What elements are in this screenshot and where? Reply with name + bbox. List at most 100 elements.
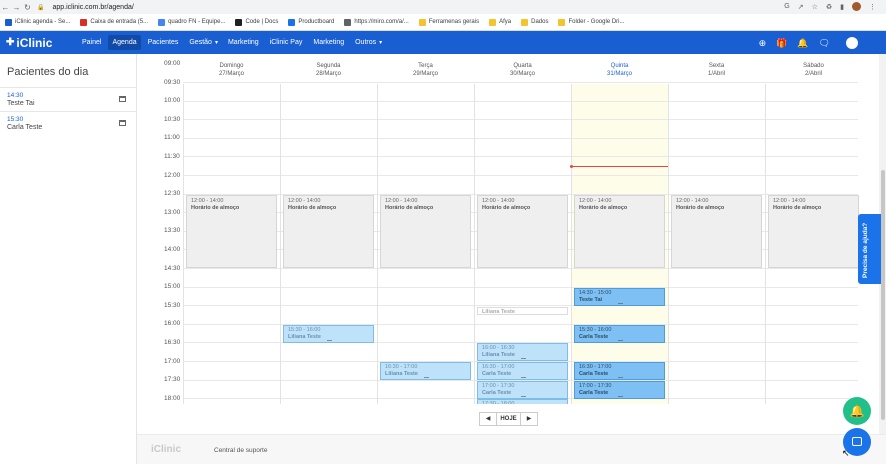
bookmark-item[interactable]: Ferramenas gerais [418, 18, 479, 26]
time-label: 12:00 [164, 171, 181, 179]
bookmark-item[interactable]: Folder - Google Dri... [558, 18, 625, 26]
day-header[interactable]: Sexta 1/Abril [668, 62, 765, 78]
day-name: Quarta [513, 63, 532, 69]
extensions-icon[interactable]: ♻ [826, 3, 832, 11]
calendar-icon[interactable] [119, 96, 126, 102]
nav-item-iclinic-pay[interactable]: iClinic Pay [266, 35, 307, 50]
bookmark-item[interactable]: Code | Docs [235, 18, 278, 26]
day-header[interactable]: Sábado 2/Abril [765, 62, 860, 78]
nav-item-pacientes[interactable]: Pacientes [144, 35, 183, 50]
bookmark-item[interactable]: https://miro.com/a/... [344, 18, 409, 26]
drag-handle-icon[interactable] [618, 395, 623, 397]
patients-of-day-panel: Pacientes do dia 14:30 Teste Tai 15:30 Carl… [0, 54, 137, 464]
lunch-block[interactable]: 12:00 - 14:00 Horário de almoço [283, 194, 374, 268]
lunch-block[interactable]: 12:00 - 14:00 Horário de almoço [574, 194, 665, 268]
time-label: 11:30 [164, 153, 180, 160]
appointment-patient: Liliana Teste [385, 371, 418, 377]
bookmark-item[interactable]: Afya [489, 18, 512, 26]
appointment-block[interactable]: 16:30 - 17:00 Liliana Teste [380, 362, 471, 380]
bookmark-icon [521, 18, 529, 26]
drag-handle-icon[interactable] [618, 302, 623, 304]
grid-column-line [183, 84, 184, 404]
grid-row-line [183, 82, 858, 83]
appointment-block[interactable]: 15:30 - 16:00 Carla Teste [574, 324, 665, 343]
appointment-block[interactable]: 15:30 - 16:00 Liliana Teste [283, 324, 374, 343]
bookmark-item[interactable]: iClinic agenda - Se... [5, 18, 70, 26]
bookmark-item[interactable]: Productboard [288, 18, 334, 26]
bookmark-item[interactable]: Dados [521, 18, 548, 26]
support-link[interactable]: Central de suporte [214, 447, 267, 454]
address-bar[interactable]: app.iclinic.com.br/agenda/ [52, 4, 133, 11]
drag-handle-icon[interactable] [327, 339, 332, 341]
drag-handle-icon[interactable] [521, 377, 526, 378]
time-label: 14:30 [164, 264, 181, 272]
lunch-block[interactable]: 12:00 - 14:00 Horário de almoço [768, 194, 859, 268]
appointment-block[interactable]: 17:00 - 17:30 Carla Teste [477, 380, 568, 399]
scrollbar-thumb[interactable] [881, 170, 885, 420]
appointment-patient: Carla Teste [482, 371, 512, 377]
appointment-block[interactable]: 17:30 - 18:00Edir Teste [477, 399, 568, 404]
forward-icon[interactable]: → [11, 3, 22, 12]
help-tab-label[interactable]: Precisa de ajuda? [862, 223, 869, 278]
day-header[interactable]: Quarta 30/Março [474, 62, 571, 78]
add-icon[interactable]: ⊕ [759, 38, 767, 49]
lunch-block[interactable]: 12:00 - 14:00 Horário de almoço [380, 194, 471, 268]
appointment-block[interactable]: 17:00 - 17:30 Carla Teste [574, 380, 665, 399]
patient-list-item[interactable]: 14:30 Teste Tai [0, 87, 136, 111]
user-avatar[interactable] [846, 37, 858, 49]
sidepanel-icon[interactable]: ▮ [840, 3, 844, 11]
drag-handle-icon[interactable] [521, 395, 526, 397]
next-week-button[interactable]: ▶ [521, 413, 537, 425]
drag-handle-icon[interactable] [618, 339, 623, 341]
lunch-block[interactable]: 12:00 - 14:00 Horário de almoço [477, 194, 568, 268]
day-header[interactable]: Segunda 28/Março [280, 62, 377, 78]
appointment-block[interactable]: 16:00 - 16:30 Liliana Teste [477, 343, 568, 362]
patient-time: 15:30 [7, 116, 24, 123]
menu-icon[interactable]: ⋮ [869, 3, 876, 11]
patient-list-item[interactable]: 15:30 Carla Teste [0, 111, 136, 135]
google-icon[interactable]: G [784, 3, 789, 10]
iclinic-logo[interactable]: ✚ iClinic [6, 36, 70, 50]
previous-week-button[interactable]: ◀ [480, 413, 496, 425]
day-header[interactable]: Domingo 27/Março [183, 62, 280, 78]
day-header[interactable]: Terça 29/Março [377, 62, 474, 78]
nav-item-painel[interactable]: Painel [78, 35, 105, 50]
calendar-icon[interactable] [119, 120, 126, 126]
lunch-time: 12:00 - 14:00 [773, 197, 806, 204]
day-date: 31/Março [606, 71, 632, 77]
bookmark-item[interactable]: Caixa de entrada (5... [80, 18, 149, 26]
nav-item-marketing[interactable]: Marketing [224, 35, 263, 50]
drag-handle-icon[interactable] [618, 377, 623, 378]
nav-item-agenda[interactable]: Agenda [108, 35, 141, 50]
bell-icon[interactable]: 🔔 [797, 38, 808, 49]
bookmark-item[interactable]: quadro FN - Equipe... [158, 18, 225, 26]
lunch-block[interactable]: 12:00 - 14:00 Horário de almoço [186, 194, 277, 268]
appointment-block[interactable]: 14:30 - 15:00 Teste Tai [574, 287, 665, 306]
share-icon[interactable]: ↗ [798, 3, 804, 11]
back-icon[interactable]: ← [0, 3, 11, 12]
drag-handle-icon[interactable] [521, 358, 526, 360]
bookmark-label: Afya [499, 19, 512, 25]
day-header[interactable]: Quinta 31/Março [571, 62, 668, 78]
today-button[interactable]: HOJE [496, 413, 521, 425]
lunch-block[interactable]: 12:00 - 14:00 Horário de almoço [671, 194, 762, 268]
reload-icon[interactable]: ↻ [22, 3, 33, 12]
appointment-block[interactable]: Liliana Teste [477, 307, 568, 316]
lunch-label: Horário de almoço [482, 204, 531, 211]
gift-icon[interactable]: 🎁 [776, 38, 787, 49]
nav-item-outros[interactable]: Outros [351, 35, 380, 50]
footer-logo: iClinic [151, 444, 182, 455]
bookmark-label: Caixa de entrada (5... [90, 19, 149, 25]
lunch-label: Horário de almoço [579, 204, 628, 211]
nav-item-marketing[interactable]: Marketing [309, 35, 348, 50]
appointment-block[interactable]: 16:30 - 17:00 Carla Teste [477, 362, 568, 380]
star-icon[interactable]: ☆ [812, 3, 818, 11]
appointment-time: 16:30 - 17:00 [579, 364, 612, 370]
grid-column-line [474, 84, 475, 404]
nav-item-gestão[interactable]: Gestão [185, 35, 216, 50]
notification-bell-icon[interactable]: 🔔 [843, 397, 871, 425]
drag-handle-icon[interactable] [424, 377, 429, 378]
chat-icon[interactable]: 🗨 [819, 38, 830, 49]
appointment-block[interactable]: 16:30 - 17:00 Carla Teste [574, 362, 665, 380]
profile-avatar[interactable] [852, 2, 861, 11]
